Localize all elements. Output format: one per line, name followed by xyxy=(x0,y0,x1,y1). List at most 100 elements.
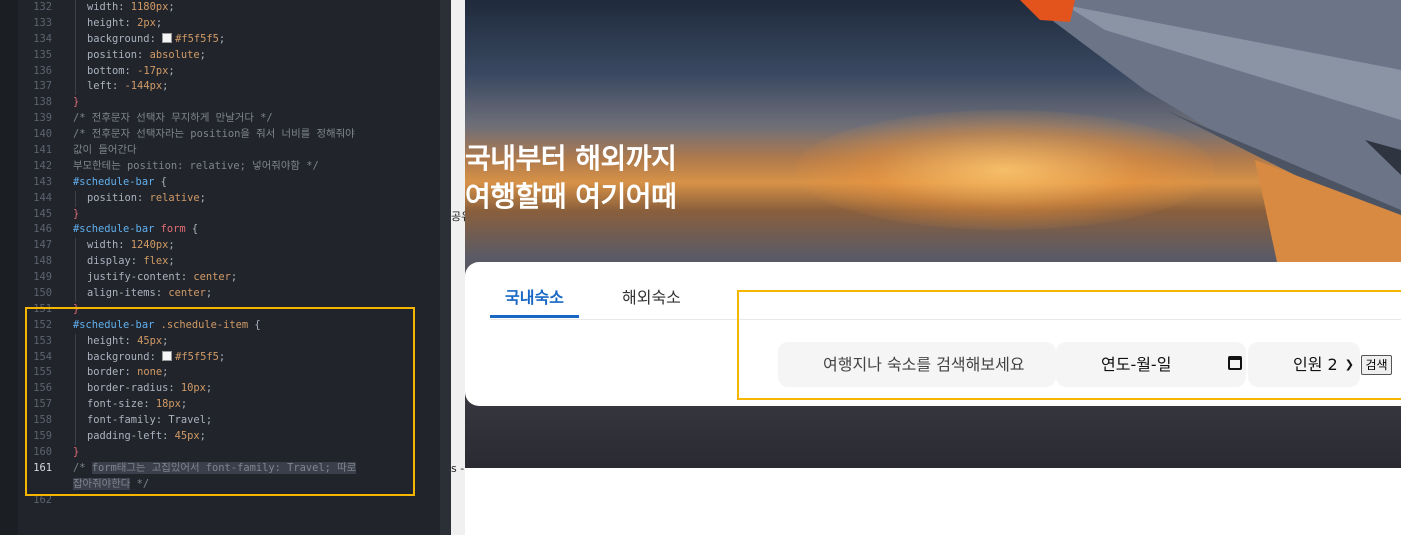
indent-guide xyxy=(75,31,76,48)
indent-guide xyxy=(75,190,76,207)
code-token: : xyxy=(118,239,131,252)
indent-guide xyxy=(75,365,76,382)
code-line[interactable]: 144 position: relative; xyxy=(18,190,440,207)
code-line[interactable]: 146 #schedule-bar form { xyxy=(18,222,440,238)
code-token: relative xyxy=(149,191,200,204)
code-line[interactable]: 148 display: flex; xyxy=(18,254,440,271)
search-button[interactable]: 검색 xyxy=(1361,355,1392,375)
code-token: 10px xyxy=(180,382,206,395)
indent-guide xyxy=(75,79,76,96)
code-token: 1180px xyxy=(130,1,169,13)
code-text: width: 1180px; xyxy=(87,0,175,16)
code-line[interactable]: 132 width: 1180px; xyxy=(18,0,440,16)
indent-guide xyxy=(75,254,76,271)
code-line[interactable]: 156 border-radius: 10px; xyxy=(18,381,440,398)
line-number: 154 xyxy=(33,350,52,363)
line-number: 136 xyxy=(33,64,52,77)
editor-side-strip xyxy=(0,0,18,535)
line-number: 156 xyxy=(33,382,52,395)
pane-divider[interactable] xyxy=(440,0,451,535)
code-line[interactable]: 161 /* form태그는 고집있어서 font-family: Travel;… xyxy=(18,461,440,477)
code-line[interactable]: 141 값이 들어간다 xyxy=(18,143,440,159)
code-line[interactable]: 134 background: #f5f5f5; xyxy=(18,31,440,48)
code-line[interactable]: 162 xyxy=(18,493,440,509)
code-lines[interactable]: 132 width: 1180px; 133 height: 2px; 134 backg… xyxy=(18,0,440,509)
code-token: .schedule-item xyxy=(154,318,249,331)
code-editor[interactable]: 132 width: 1180px; 133 height: 2px; 134 backg… xyxy=(0,0,440,535)
code-token: ; xyxy=(168,64,175,77)
code-token: { xyxy=(248,318,261,331)
code-token: : xyxy=(112,80,125,93)
code-line[interactable]: 150 align-items: center; xyxy=(18,286,440,302)
code-line[interactable]: 159 padding-left: 45px; xyxy=(18,429,440,445)
code-line[interactable]: 133 height: 2px; xyxy=(18,15,440,32)
hero-title: 국내부터 해외까지 여행할때 여기어때 xyxy=(465,140,677,216)
code-line[interactable]: 143 #schedule-bar { xyxy=(18,175,440,191)
code-line[interactable]: 135 position: absolute; xyxy=(18,47,440,64)
calendar-icon[interactable] xyxy=(1228,356,1242,370)
code-line[interactable]: 140 /* 전후문자 선택자라는 position을 줘서 너비를 정해줘야 xyxy=(18,127,440,143)
code-line[interactable]: 154 background: #f5f5f5; xyxy=(18,349,440,366)
code-text: } xyxy=(73,95,79,111)
code-line[interactable]: 139 /* 전후문자 선택자 무지하게 만날거다 */ xyxy=(18,111,440,127)
code-token: 잡아줘야한다 xyxy=(73,477,131,490)
code-text: #schedule-bar .schedule-item { xyxy=(73,318,261,334)
people-select[interactable]: 인원 2 ❯ xyxy=(1248,342,1360,387)
code-token: bottom xyxy=(87,64,125,77)
code-token: { xyxy=(185,223,199,236)
date-placeholder: 연도-월-일 xyxy=(1101,355,1172,374)
code-line[interactable]: 137 left: -144px; xyxy=(18,79,440,96)
code-token: #schedule-bar xyxy=(73,318,155,331)
code-token: */ xyxy=(130,477,150,490)
code-line[interactable]: 138} xyxy=(18,95,440,111)
line-number: 153 xyxy=(33,334,52,347)
code-line[interactable]: 160} xyxy=(18,445,440,461)
code-text: align-items: center; xyxy=(87,286,212,302)
code-token: : xyxy=(155,287,169,300)
date-input[interactable]: 연도-월-일 xyxy=(1056,342,1246,387)
code-token: ; xyxy=(205,287,213,300)
code-token: 1240px xyxy=(130,239,169,252)
indent-guide xyxy=(75,0,76,16)
chevron-down-icon: ❯ xyxy=(1344,358,1354,371)
code-token: ; xyxy=(199,48,206,61)
destination-search-input[interactable]: 여행지나 숙소를 검색해보세요 xyxy=(778,342,1056,387)
tab-domestic[interactable]: 국내숙소 xyxy=(505,284,564,308)
code-line[interactable]: 147 width: 1240px; xyxy=(18,238,440,255)
code-token: -144px xyxy=(124,80,163,93)
code-text: border-radius: 10px; xyxy=(87,381,212,397)
indent-guide xyxy=(75,397,76,414)
code-line[interactable]: 157 font-size: 18px; xyxy=(18,397,440,414)
browser-edge-strip xyxy=(451,0,465,535)
code-line[interactable]: 158 font-family: Travel; xyxy=(18,413,440,430)
code-token: font-size xyxy=(87,398,144,411)
code-token: padding-left xyxy=(87,430,163,443)
code-text: justify-content: center; xyxy=(87,270,237,286)
code-text: border: none; xyxy=(87,365,168,381)
code-token: 45px xyxy=(137,334,163,347)
code-line[interactable]: 142 부모한테는 position: relative; 넣어줘야함 */ xyxy=(18,159,440,175)
code-token: border xyxy=(87,366,125,379)
code-line[interactable]: 잡아줘야한다 */ xyxy=(18,477,440,493)
indent-guide xyxy=(75,413,76,430)
code-token: : xyxy=(124,16,138,29)
tab-overseas[interactable]: 해외숙소 xyxy=(622,284,681,308)
code-token: height xyxy=(87,16,125,29)
color-swatch-icon xyxy=(162,32,173,43)
active-tab-underline xyxy=(490,315,579,318)
code-line[interactable]: 152 #schedule-bar .schedule-item { xyxy=(18,318,440,334)
code-line[interactable]: 145} xyxy=(18,207,440,223)
code-line[interactable]: 151} xyxy=(18,302,440,318)
code-token: absolute xyxy=(149,48,200,61)
line-number: 132 xyxy=(33,1,52,13)
code-token: ; xyxy=(218,350,226,363)
line-number: 148 xyxy=(33,255,52,268)
code-line[interactable]: 136 bottom: -17px; xyxy=(18,63,440,80)
code-line[interactable]: 153 height: 45px; xyxy=(18,333,440,350)
code-text: height: 2px; xyxy=(87,16,162,32)
indent-guide xyxy=(75,47,76,64)
code-token: none xyxy=(137,366,163,379)
code-line[interactable]: 155 border: none; xyxy=(18,365,440,382)
code-token: -17px xyxy=(137,64,169,77)
code-line[interactable]: 149 justify-content: center; xyxy=(18,270,440,287)
